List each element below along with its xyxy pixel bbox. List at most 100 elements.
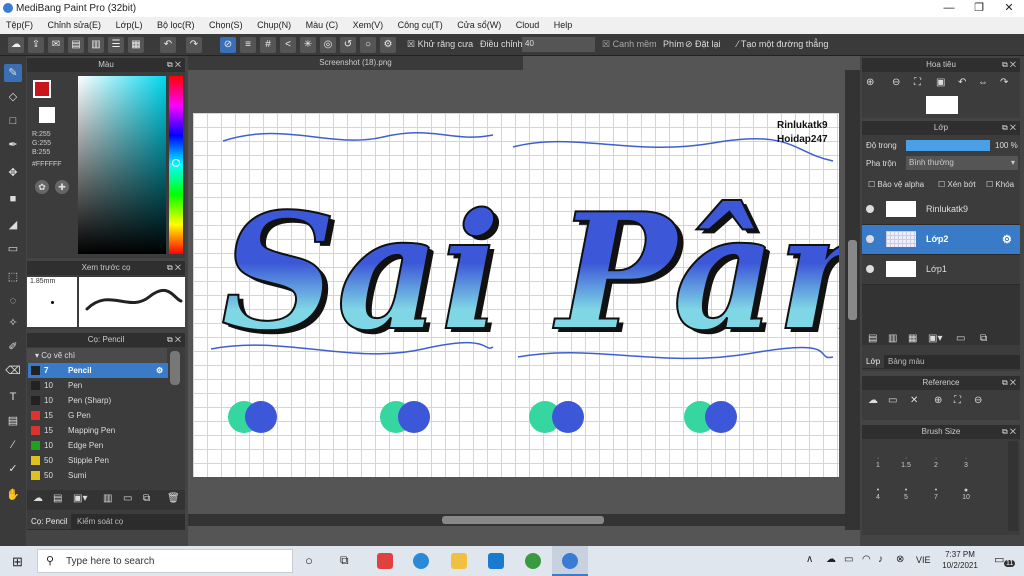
clipping-checkbox[interactable]: ☐ Xén bớt xyxy=(938,180,976,189)
foreground-color-swatch[interactable] xyxy=(33,80,51,98)
notification-icon[interactable]: ▭ xyxy=(994,553,1004,566)
show-hidden-icons-icon[interactable]: ∧ xyxy=(806,554,813,565)
select-eraser-tool-icon[interactable]: ⌫ xyxy=(4,362,22,380)
layer-duplicate-icon[interactable]: ⧉ xyxy=(980,333,987,344)
brush-item-pencil[interactable]: 7 Pencil ⚙ xyxy=(28,363,168,378)
parallel-snap-icon[interactable]: ≡ xyxy=(240,37,256,53)
vertical-scrollbar[interactable] xyxy=(845,70,860,530)
tab-layer[interactable]: Lớp xyxy=(862,355,885,368)
brush-size-option[interactable]: • 4 xyxy=(864,487,892,501)
task-view-icon[interactable]: ⧉ xyxy=(340,553,349,568)
brush-list-scrollbar[interactable] xyxy=(170,351,180,385)
menu-capture[interactable]: Chụp(N) xyxy=(251,17,297,33)
reset-button[interactable]: ⊘ Đặt lại xyxy=(685,39,721,50)
tab-palette[interactable]: Bảng màu xyxy=(884,355,928,368)
file-explorer-icon[interactable] xyxy=(451,553,467,569)
new-ruler-button[interactable]: ⁄ Tạo một đường thẳng xyxy=(737,39,828,49)
hand-tool-icon[interactable]: ✋ xyxy=(4,486,22,504)
maximize-button[interactable]: ❐ xyxy=(964,0,994,17)
mute-icon[interactable]: ⊗ xyxy=(896,554,904,565)
cloud-brush-icon[interactable]: ☁ xyxy=(33,493,43,504)
layer-menu-icon[interactable]: ▣▾ xyxy=(928,333,942,344)
snap-off-icon[interactable]: ⊘ xyxy=(220,37,236,53)
gear-icon[interactable]: ⚙ xyxy=(156,363,163,378)
blend-select[interactable]: Bình thường ▾ xyxy=(906,156,1018,170)
menu-tools[interactable]: Công cụ(T) xyxy=(392,17,449,33)
fit-icon[interactable]: ⛶ xyxy=(914,77,921,88)
brush-size-option[interactable]: · 2 xyxy=(922,455,950,469)
circle-snap-icon[interactable]: ◎ xyxy=(320,37,336,53)
brush-item-edge-pen[interactable]: 10 Edge Pen xyxy=(28,438,168,453)
vanishing-snap-icon[interactable]: < xyxy=(280,37,296,53)
gear-icon[interactable]: ⚙ xyxy=(1002,233,1012,246)
hue-slider[interactable] xyxy=(169,76,183,254)
brush-tool-icon[interactable]: ✎ xyxy=(4,64,22,82)
fill-rect-tool-icon[interactable]: ■ xyxy=(4,190,22,208)
layer-item[interactable]: Lớp1 xyxy=(862,255,1020,285)
merge-layer-icon[interactable]: ▦ xyxy=(908,333,917,344)
folder-icon[interactable]: ▭ xyxy=(123,493,132,504)
select-pen-tool-icon[interactable]: ✐ xyxy=(4,338,22,356)
curve-snap-icon[interactable]: ↺ xyxy=(340,37,356,53)
flip-icon[interactable]: ⇔ xyxy=(978,77,988,88)
copy-layer-icon[interactable]: ▥ xyxy=(888,333,897,344)
cortana-icon[interactable]: ○ xyxy=(305,553,313,568)
panel-close-icon[interactable]: ⧉ ✕ xyxy=(1002,58,1016,72)
background-color-swatch[interactable] xyxy=(39,107,55,123)
duplicate-icon[interactable]: ⧉ xyxy=(143,493,150,504)
list-icon[interactable]: ☰ xyxy=(108,37,124,53)
brush-item-g-pen[interactable]: 15 G Pen xyxy=(28,408,168,423)
mail-icon[interactable] xyxy=(488,553,504,569)
grid-icon[interactable]: ▦ xyxy=(128,37,144,53)
search-box[interactable]: ⚲ Type here to search xyxy=(37,549,293,573)
brush-group[interactable]: ▾ Cọ vẽ chì xyxy=(27,348,167,363)
clock[interactable]: 7:37 PM 10/2/2021 xyxy=(940,549,980,571)
lasso-tool-icon[interactable]: ◌ xyxy=(4,292,22,310)
panel-close-icon[interactable]: ⧉ ✕ xyxy=(167,58,181,72)
palette-add-icon[interactable]: ✚ xyxy=(55,180,69,194)
comment-icon[interactable]: ✉ xyxy=(48,37,64,53)
menu-layer[interactable]: Lớp(L) xyxy=(110,17,149,33)
zoom-out-icon[interactable]: ⊖ xyxy=(892,77,900,88)
brush-size-option[interactable]: · 1 xyxy=(864,455,892,469)
drawing-canvas[interactable]: Sai Pâm Sai Pâm Rinlukatk9 Hoidap247 xyxy=(193,113,839,477)
actual-size-icon[interactable]: ▣ xyxy=(936,77,945,88)
trash-icon[interactable]: 🗑 xyxy=(167,493,180,504)
panel-close-icon[interactable]: ⧉ ✕ xyxy=(1002,425,1016,439)
layer-folder-icon[interactable]: ▭ xyxy=(956,333,965,344)
volume-icon[interactable]: ♪ xyxy=(878,554,883,565)
ellipse-snap-icon[interactable]: ○ xyxy=(360,37,376,53)
lock-checkbox[interactable]: ☐ Khóa xyxy=(986,180,1014,189)
edge-browser-icon[interactable] xyxy=(413,553,429,569)
rotate-left-icon[interactable]: ↶ xyxy=(958,77,966,88)
page-icon[interactable]: ▥ xyxy=(88,37,104,53)
menu-edit[interactable]: Chỉnh sửa(E) xyxy=(42,17,108,33)
brush-item-mapping-pen[interactable]: 15 Mapping Pen xyxy=(28,423,168,438)
brush-item-pen[interactable]: 10 Pen xyxy=(28,378,168,393)
panel-close-icon[interactable]: ⧉ ✕ xyxy=(167,261,181,275)
windows-start-icon[interactable]: ⊞ xyxy=(12,554,23,570)
undo-icon[interactable]: ↶ xyxy=(160,37,176,53)
brush-size-option[interactable]: ● 10 xyxy=(952,487,980,501)
brush-menu-icon[interactable]: ▣▾ xyxy=(73,493,87,504)
wifi-icon[interactable]: ◠ xyxy=(862,554,871,565)
fit-icon[interactable]: ⛶ xyxy=(954,395,961,406)
new-layer-icon[interactable]: ▤ xyxy=(868,333,877,344)
medibang-taskbar-button[interactable] xyxy=(552,546,588,576)
redo-icon[interactable]: ↷ xyxy=(186,37,202,53)
zoom-out-icon[interactable]: ⊖ xyxy=(974,395,982,406)
shape-tool-icon[interactable]: □ xyxy=(4,112,22,130)
cloud-icon[interactable]: ☁ xyxy=(8,37,24,53)
cloud-tray-icon[interactable]: ☁ xyxy=(826,554,836,565)
share-icon[interactable]: ⇪ xyxy=(28,37,44,53)
zoom-in-icon[interactable]: ⊕ xyxy=(934,395,942,406)
app-icon[interactable] xyxy=(525,553,541,569)
minimize-button[interactable]: — xyxy=(934,0,964,17)
close-button[interactable]: ✕ xyxy=(994,0,1024,17)
panel-close-icon[interactable]: ⧉ ✕ xyxy=(167,333,181,347)
adjust-select[interactable]: 40 xyxy=(522,37,595,52)
zoom-in-icon[interactable]: ⊕ xyxy=(866,77,874,88)
menu-color[interactable]: Màu (C) xyxy=(300,17,345,33)
panel-close-icon[interactable]: ⧉ ✕ xyxy=(1002,121,1016,135)
brush-size-scrollbar[interactable] xyxy=(1008,441,1018,531)
